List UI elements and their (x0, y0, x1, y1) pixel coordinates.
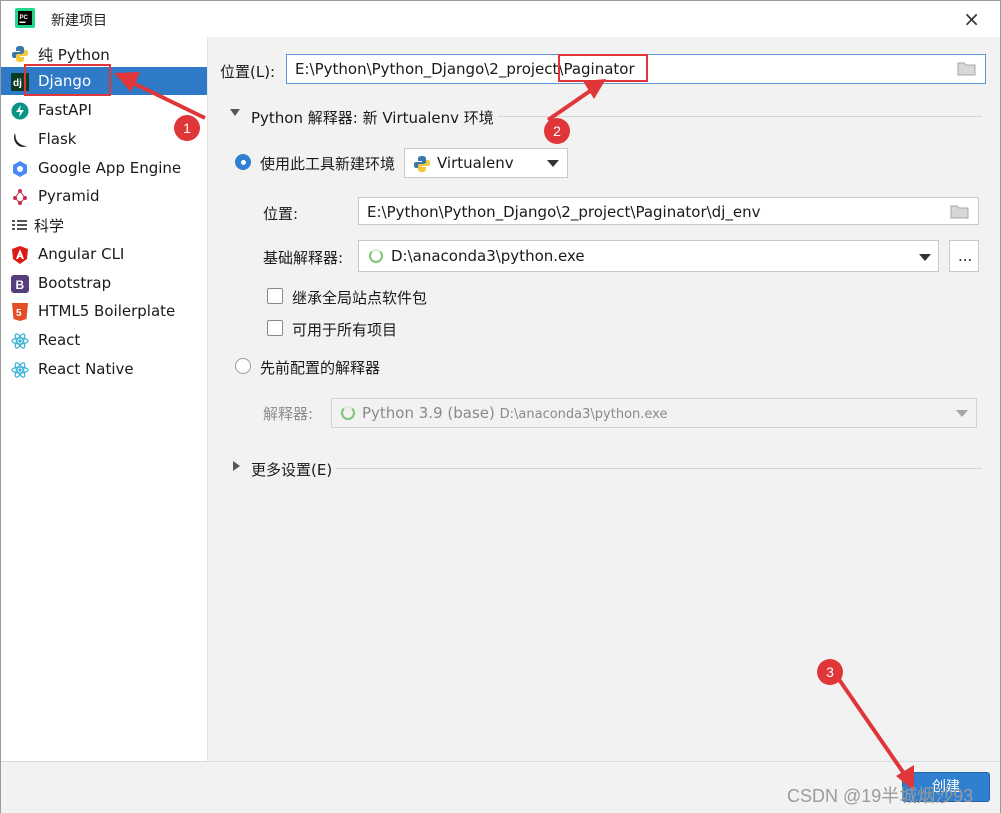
sidebar-item-html5-boilerplate[interactable]: 5 HTML5 Boilerplate (1, 297, 207, 325)
fastapi-icon (11, 102, 29, 120)
existing-interpreter-select[interactable]: Python 3.9 (base) D:\anaconda3\python.ex… (331, 398, 977, 428)
sidebar-item-label: Flask (38, 130, 77, 148)
pyramid-icon (13, 189, 27, 205)
env-location-input[interactable]: E:\Python\Python_Django\2_project\Pagina… (358, 197, 979, 225)
loading-spinner-icon (341, 406, 355, 420)
interpreter-name: Python 3.9 (base) (362, 404, 495, 422)
svg-text:dj: dj (13, 78, 22, 89)
angular-icon (12, 246, 28, 264)
project-type-list: 纯 Python dj Django FastAPI Flask Google … (1, 37, 208, 761)
browse-interpreter-button[interactable]: ... (949, 240, 979, 272)
chevron-down-icon (956, 410, 968, 417)
sidebar-item-label: Angular CLI (38, 245, 125, 263)
interpreter-section-title[interactable]: Python 解释器: 新 Virtualenv 环境 (251, 107, 494, 128)
loading-spinner-icon (369, 249, 383, 263)
location-path-prefix: E:\Python\Python_Django\2_project\ (295, 60, 564, 78)
base-interpreter-select[interactable]: D:\anaconda3\python.exe (358, 240, 939, 272)
sidebar-item-label: 纯 Python (38, 46, 110, 64)
sidebar-item-bootstrap[interactable]: B Bootstrap (1, 269, 207, 297)
sidebar-item-react-native[interactable]: React Native (1, 355, 207, 383)
env-location-value: E:\Python\Python_Django\2_project\Pagina… (367, 203, 761, 221)
new-env-radio[interactable] (235, 154, 251, 170)
sidebar-item-pure-python[interactable]: 纯 Python (1, 39, 207, 67)
svg-text:PC: PC (20, 15, 29, 21)
new-env-label: 使用此工具新建环境 (260, 155, 396, 173)
csdn-watermark: CSDN @19半城烟沙93 (787, 786, 974, 806)
sidebar-item-label: Pyramid (38, 187, 100, 205)
sidebar-item-react[interactable]: React (1, 326, 207, 354)
sidebar-item-label: React (38, 331, 81, 349)
new-project-dialog: PC 新建项目 × 纯 Python dj Django FastAPI Fla… (0, 0, 1001, 813)
sidebar-item-angular-cli[interactable]: Angular CLI (1, 240, 207, 268)
folder-icon[interactable] (957, 61, 977, 76)
window-title: 新建项目 (51, 13, 107, 29)
sidebar-item-label: FastAPI (38, 101, 92, 119)
title-bar: PC 新建项目 × (1, 1, 1000, 37)
sidebar-item-label: 科学 (34, 217, 65, 235)
env-location-label: 位置: (263, 205, 299, 223)
chevron-down-icon (919, 254, 931, 261)
annotation-badge-3: 3 (817, 659, 843, 685)
python-icon (12, 46, 28, 62)
google-app-engine-icon (13, 161, 27, 177)
section-divider (498, 116, 982, 117)
project-name-highlight (558, 54, 648, 82)
python-icon (414, 156, 430, 172)
location-label: 位置(L): (220, 63, 276, 81)
html5-icon: 5 (12, 303, 28, 321)
django-highlight (24, 64, 111, 96)
sidebar-item-label: React Native (38, 360, 134, 378)
base-interpreter-value: D:\anaconda3\python.exe (391, 247, 585, 265)
react-icon (11, 362, 29, 378)
inherit-global-packages-label: 继承全局站点软件包 (292, 289, 428, 307)
sidebar-item-scientific[interactable]: 科学 (1, 210, 207, 238)
annotation-badge-1: 1 (174, 115, 200, 141)
annotation-badge-2: 2 (544, 118, 570, 144)
interpreter-label: 解释器: (263, 405, 314, 423)
sidebar-item-label: Google App Engine (38, 159, 182, 177)
sidebar-item-google-app-engine[interactable]: Google App Engine (1, 154, 207, 182)
sidebar-item-label: HTML5 Boilerplate (38, 302, 176, 320)
section-divider (336, 468, 982, 469)
sidebar-item-label: Bootstrap (38, 274, 112, 292)
settings-panel: 位置(L): E:\Python\Python_Django\2_project… (208, 37, 1000, 761)
close-icon[interactable]: × (963, 7, 980, 31)
svg-text:5: 5 (16, 308, 22, 319)
scientific-icon (12, 220, 27, 230)
existing-interpreter-label: 先前配置的解释器 (260, 359, 381, 377)
more-settings-toggle[interactable]: 更多设置(E) (251, 459, 332, 480)
sidebar-item-pyramid[interactable]: Pyramid (1, 182, 207, 210)
browse-label: ... (958, 247, 973, 265)
bootstrap-icon: B (11, 275, 29, 293)
env-tool-value: Virtualenv (437, 154, 514, 172)
flask-icon (14, 133, 27, 147)
interpreter-path: D:\anaconda3\python.exe (499, 407, 668, 422)
pycharm-icon: PC (15, 8, 35, 28)
base-interpreter-label: 基础解释器: (263, 249, 344, 267)
react-icon (11, 333, 29, 349)
env-tool-select[interactable]: Virtualenv (404, 148, 568, 178)
available-to-all-projects-label: 可用于所有项目 (292, 321, 398, 339)
existing-interpreter-radio[interactable] (235, 358, 251, 374)
svg-text:B: B (16, 278, 25, 292)
inherit-global-packages-checkbox[interactable] (267, 288, 283, 304)
chevron-down-icon (547, 160, 559, 167)
folder-icon[interactable] (950, 204, 970, 219)
available-to-all-projects-checkbox[interactable] (267, 320, 283, 336)
collapse-arrow-icon[interactable] (230, 109, 240, 116)
expand-arrow-icon[interactable] (233, 461, 240, 471)
